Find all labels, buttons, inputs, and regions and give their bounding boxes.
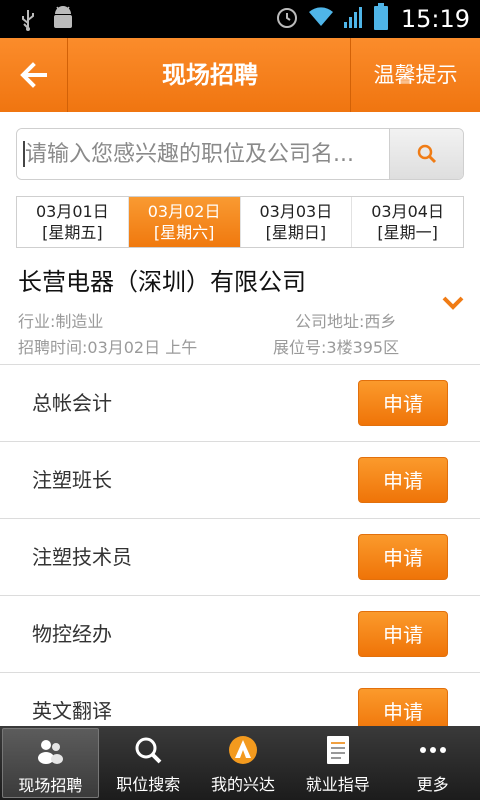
job-title: 物控经办 [32,622,112,646]
alarm-icon [275,5,299,33]
nav-item-career-guide[interactable]: 就业指导 [290,726,385,800]
date-tab-0302[interactable]: 03月02日 [星期六] [128,197,241,247]
company-name: 长营电器（深圳）有限公司 [18,268,306,296]
app-header: 现场招聘 温馨提示 [0,38,480,112]
date-tab-0303[interactable]: 03月03日 [星期日] [241,197,353,247]
date-tab-0304[interactable]: 03月04日 [星期一] [352,197,463,247]
nav-label: 就业指导 [305,775,370,794]
date-tabs: 03月01日 [星期五] 03月02日 [星期六] 03月03日 [星期日] 0… [16,196,464,248]
tab-weekday: [星期六] [153,223,215,242]
search-icon [133,733,163,767]
tab-weekday: [星期一] [377,223,438,242]
tab-date: 03月02日 [147,202,221,221]
wifi-icon [307,6,335,32]
nav-item-my-xingda[interactable]: 我的兴达 [196,726,291,800]
job-title: 注塑班长 [32,468,112,492]
search-button[interactable] [389,129,463,179]
nav-item-job-search[interactable]: 职位搜索 [101,726,196,800]
back-button[interactable] [0,38,68,112]
job-title: 总帐会计 [32,391,112,415]
date-tab-0301[interactable]: 03月01日 [星期五] [17,197,129,247]
job-row: 总帐会计 申请 [0,365,480,442]
tab-weekday: [星期五] [42,223,103,242]
nav-item-onsite-recruit[interactable]: 现场招聘 [2,728,99,798]
status-bar: 15:19 [0,0,480,38]
nav-label: 更多 [416,775,449,794]
recruit-time: 招聘时间:03月02日 上午 [18,338,198,357]
people-icon [35,734,65,768]
nav-item-more[interactable]: 更多 [385,726,480,800]
usb-icon [18,8,38,36]
search-input[interactable] [17,129,391,179]
search-icon [417,144,436,164]
text-cursor [23,141,25,167]
bottom-nav: 现场招聘 职位搜索 我的兴达 就业指导 更多 [0,726,480,800]
signal-icon [343,5,365,33]
job-row: 物控经办 申请 [0,596,480,673]
tab-date: 03月03日 [259,202,333,221]
apply-button[interactable]: 申请 [358,457,448,503]
search-bar [16,128,464,180]
nav-label: 现场招聘 [18,776,83,795]
android-debug-icon [50,6,76,36]
apply-button[interactable]: 申请 [358,534,448,580]
apply-button[interactable]: 申请 [358,380,448,426]
battery-icon [373,3,389,35]
job-title: 注塑技术员 [32,545,132,569]
page-title: 现场招聘 [162,61,258,89]
apply-button[interactable]: 申请 [358,611,448,657]
tab-weekday: [星期日] [265,223,327,242]
nav-label: 职位搜索 [116,775,181,794]
job-row: 注塑技术员 申请 [0,519,480,596]
company-industry: 行业:制造业 [18,312,104,331]
more-icon [418,733,448,767]
job-row: 注塑班长 申请 [0,442,480,519]
logo-icon [227,733,259,767]
company-address: 公司地址:西乡 [295,312,397,331]
document-icon [325,733,351,767]
tab-date: 03月01日 [36,202,109,221]
back-arrow-icon [19,62,47,88]
tips-button[interactable]: 温馨提示 [350,38,480,112]
booth-number: 展位号:3楼395区 [273,338,400,357]
nav-label: 我的兴达 [210,775,275,794]
tab-date: 03月04日 [371,202,444,221]
clock-time: 15:19 [400,5,470,33]
chevron-down-icon[interactable] [441,294,465,316]
